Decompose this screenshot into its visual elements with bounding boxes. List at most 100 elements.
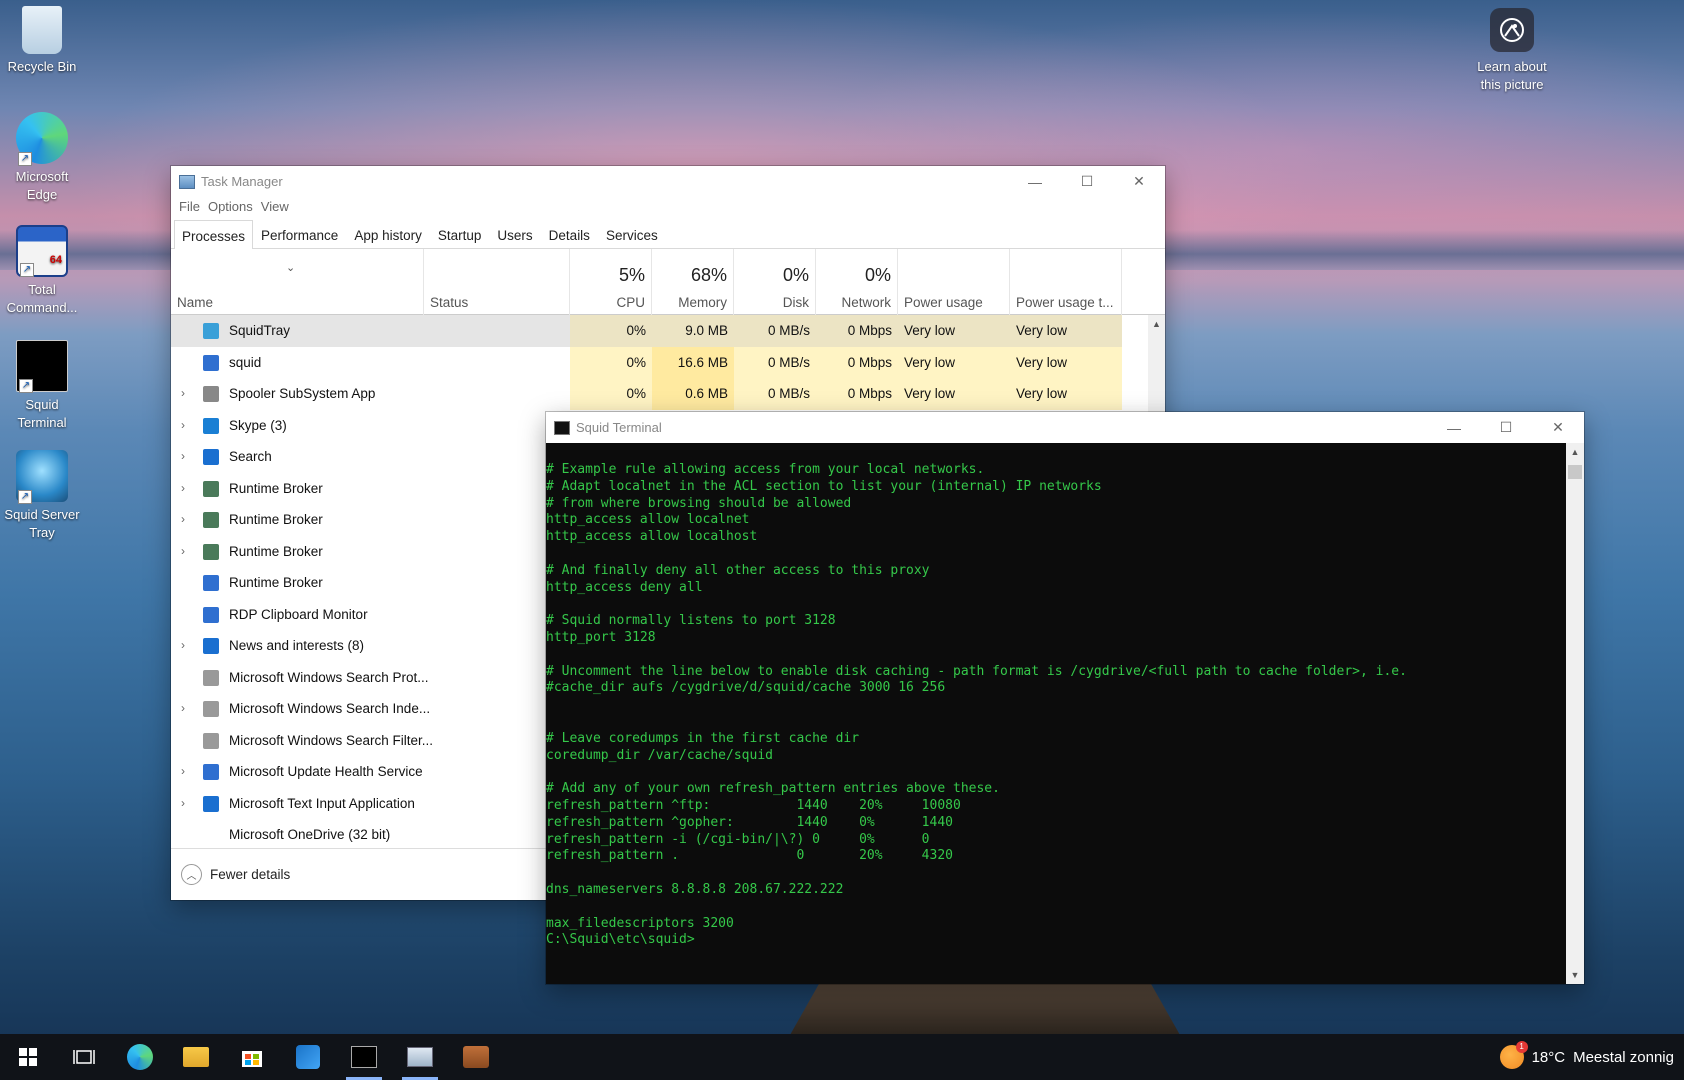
tab-services[interactable]: Services [598,219,666,248]
close-button[interactable]: ✕ [1532,412,1584,443]
task-view-icon [73,1050,95,1064]
terminal-icon: ↗ [16,340,68,393]
chevron-right-icon[interactable]: › [181,481,185,495]
scroll-up-icon[interactable]: ▲ [1148,315,1165,329]
cell-disk: 0 MB/s [734,346,816,378]
process-icon [203,543,219,560]
terminal-line: refresh_pattern . 0 20% 4320 [546,848,953,864]
tab-startup[interactable]: Startup [430,219,490,248]
chevron-right-icon[interactable]: › [181,449,185,463]
fewer-details-label: Fewer details [210,867,291,882]
desktop-icon-recycle-bin[interactable]: Recycle Bin [0,6,84,76]
taskbar-task-manager[interactable] [392,1034,448,1080]
cell-net: 0 Mbps [816,378,898,410]
column-power-usage[interactable]: Power usage [898,249,1010,315]
tab-users[interactable]: Users [489,219,540,248]
menu-options[interactable]: Options [204,197,257,219]
desktop-icon-squid-terminal[interactable]: ↗ Squid Terminal [0,340,84,432]
scroll-down-icon[interactable]: ▼ [1566,970,1584,980]
terminal-line: http_access deny all [546,579,703,595]
desktop-icon-label: Squid Terminal [17,397,67,430]
tab-app-history[interactable]: App history [346,219,430,248]
chevron-right-icon[interactable]: › [181,796,185,810]
store-icon [242,1051,262,1067]
menu-file[interactable]: File [175,197,204,219]
terminal-line: refresh_pattern -i (/cgi-bin/|\?) 0 0% 0 [546,831,930,847]
column-status[interactable]: Status [424,249,570,315]
column-network[interactable]: 0% Network [816,249,898,315]
learn-about-picture[interactable]: Learn about this picture [1468,8,1556,94]
table-row[interactable]: › Spooler SubSystem App 0% 0.6 MB 0 MB/s 0 Mb… [171,378,1122,410]
maximize-button[interactable]: ☐ [1061,166,1113,197]
process-name: Skype (3) [229,417,287,433]
chevron-right-icon[interactable]: › [181,701,185,715]
column-name[interactable]: Name [171,249,424,315]
column-cpu[interactable]: 5% CPU [570,249,652,315]
table-row[interactable]: squid 0% 16.6 MB 0 MB/s 0 Mbps Very low Very l… [171,346,1122,378]
taskbar-outlook[interactable] [280,1034,336,1080]
desktop-icon-total-commander[interactable]: 64 ↗ Total Command... [0,225,84,317]
tab-details[interactable]: Details [541,219,598,248]
process-name: Search [229,449,272,464]
terminal-line: # Leave coredumps in the first cache dir [546,730,860,746]
window-title: Squid Terminal [576,420,662,435]
chevron-right-icon[interactable]: › [181,544,185,558]
column-label: Disk [782,295,809,310]
desktop-icon-edge[interactable]: ↗ Microsoft Edge [0,112,84,204]
column-label: Power usage [904,295,983,310]
column-disk[interactable]: 0% Disk [734,249,816,315]
task-manager-titlebar[interactable]: Task Manager — ☐ ✕ [171,166,1165,197]
chevron-right-icon[interactable]: › [181,512,185,526]
weather-temperature: 18°C [1531,1048,1566,1066]
tab-processes[interactable]: Processes [174,220,254,249]
taskbar-squid-terminal[interactable] [336,1034,392,1080]
process-icon [203,417,219,434]
maximize-button[interactable]: ☐ [1480,412,1532,443]
process-icon [203,827,219,843]
scroll-thumb[interactable] [1568,465,1582,479]
process-name: RDP Clipboard Monitor [229,606,368,622]
terminal-line: http_port 3128 [546,629,656,645]
cell-pw: Very low [898,346,1010,378]
desktop-icon-squid-server-tray[interactable]: ↗ Squid Server Tray [0,450,84,542]
process-icon [203,795,219,812]
tab-performance[interactable]: Performance [253,219,346,248]
terminal-line: refresh_pattern ^gopher: 1440 0% 1440 [546,814,953,830]
chevron-right-icon[interactable]: › [181,418,185,432]
scroll-up-icon[interactable]: ▲ [1566,447,1584,457]
cell-pwt: Very low [1010,315,1122,347]
recycle-bin-icon [22,6,62,54]
taskbar-app[interactable] [448,1034,504,1080]
toolbox-icon [463,1046,489,1068]
console-icon [554,420,570,435]
close-button[interactable]: ✕ [1113,166,1165,197]
cell-disk: 0 MB/s [734,315,816,347]
minimize-button[interactable]: — [1428,412,1480,443]
terminal-line: dns_nameservers 8.8.8.8 208.67.222.222 [546,881,844,897]
terminal-line: http_access allow localnet [546,512,750,528]
column-memory[interactable]: 68% Memory [652,249,734,315]
process-name: Microsoft Update Health Service [229,764,423,779]
terminal-titlebar[interactable]: Squid Terminal — ☐ ✕ [546,412,1584,443]
weather-widget[interactable]: 1 18°C Meestal zonnig [1499,1034,1674,1080]
chevron-right-icon[interactable]: › [181,386,185,400]
chevron-right-icon[interactable]: › [181,638,185,652]
table-row[interactable]: SquidTray 0% 9.0 MB 0 MB/s 0 Mbps Very low Ver… [171,315,1122,347]
taskbar-file-explorer[interactable] [168,1034,224,1080]
terminal-output[interactable]: # Example rule allowing access from your… [546,443,1584,984]
taskbar-edge[interactable] [112,1034,168,1080]
minimize-button[interactable]: — [1009,166,1061,197]
terminal-scrollbar[interactable]: ▲ ▼ [1566,443,1584,984]
column-power-usage-trend[interactable]: Power usage t... [1010,249,1122,315]
menu-view[interactable]: View [257,197,293,219]
terminal-line: # Uncomment the line below to enable dis… [546,663,1407,679]
task-view-button[interactable] [56,1034,112,1080]
tab-strip: Processes Performance App history Startu… [171,219,1165,249]
chevron-right-icon[interactable]: › [181,764,185,778]
taskbar-store[interactable] [224,1034,280,1080]
start-button[interactable] [0,1034,56,1080]
process-name: Microsoft Windows Search Inde... [229,701,431,716]
